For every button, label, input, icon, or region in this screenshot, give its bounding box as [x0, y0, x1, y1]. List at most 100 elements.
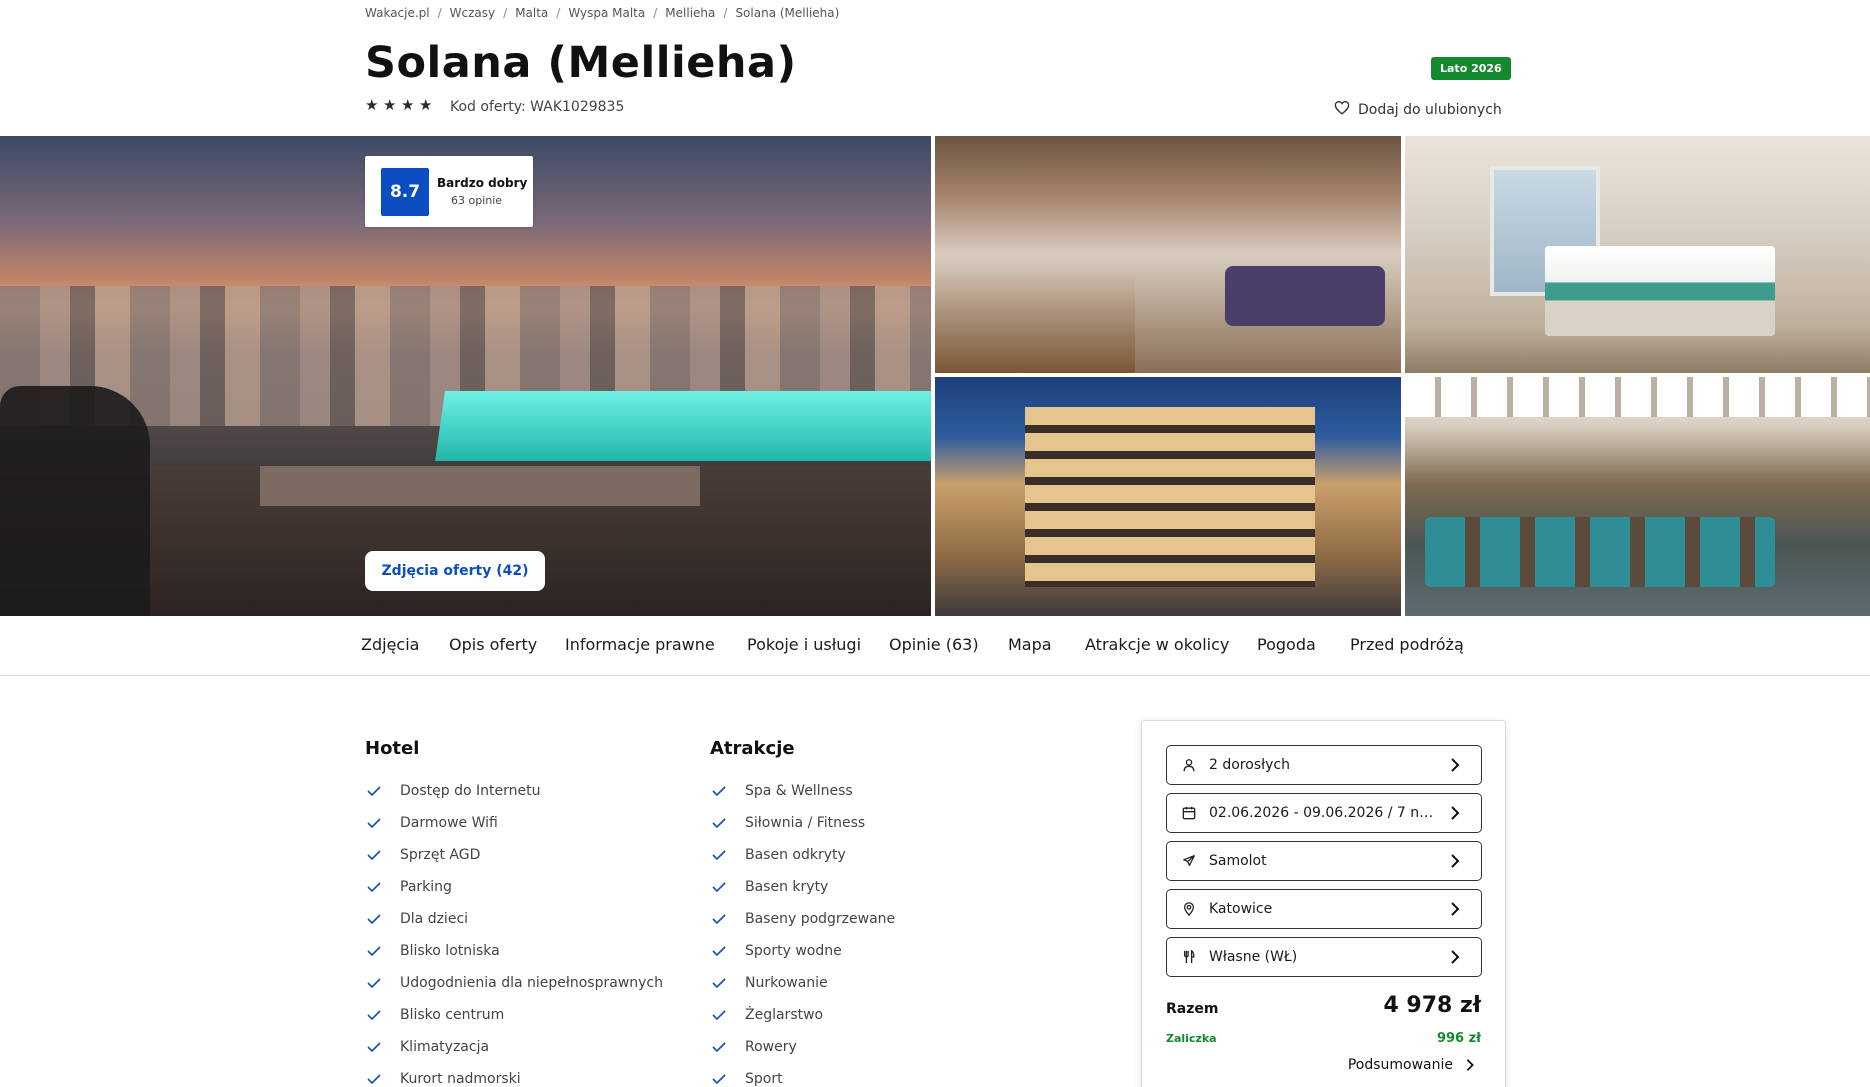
tab-offer-description[interactable]: Opis oferty — [449, 635, 537, 654]
list-item: Rowery — [710, 1031, 895, 1063]
list-item: Dostęp do Internetu — [365, 775, 663, 807]
chevron-right-icon — [1451, 758, 1460, 772]
guests-selector[interactable]: 2 dorosłych — [1166, 745, 1482, 785]
check-icon — [367, 978, 381, 989]
rating-score: 8.7 — [381, 167, 429, 216]
tab-before-travel[interactable]: Przed podróżą — [1350, 635, 1464, 654]
breadcrumb-item[interactable]: Malta — [515, 6, 548, 20]
offer-code: Kod oferty: WAK1029835 — [450, 99, 625, 115]
location-pin-icon — [1181, 901, 1197, 917]
check-icon — [367, 946, 381, 957]
breadcrumb-item[interactable]: Mellieha — [665, 6, 715, 20]
breadcrumb-item[interactable]: Wczasy — [450, 6, 495, 20]
photo-restaurant[interactable] — [1405, 377, 1870, 616]
offer-photos-button[interactable]: Zdjęcia oferty (42) — [365, 551, 545, 591]
list-item: Parking — [365, 871, 663, 903]
board-selector[interactable]: Własne (WŁ) — [1166, 937, 1482, 977]
breadcrumb-separator: / — [723, 6, 728, 20]
chevron-right-icon — [1451, 854, 1460, 868]
photo-lobby-bar[interactable] — [935, 136, 1401, 373]
deposit-price: 996 zł — [1436, 1031, 1481, 1046]
breadcrumb-item[interactable]: Wakacje.pl — [365, 6, 430, 20]
list-item: Sprzęt AGD — [365, 839, 663, 871]
check-icon — [367, 1042, 381, 1053]
breadcrumb: Wakacje.pl / Wczasy / Malta / Wyspa Malta / … — [365, 6, 839, 20]
summary-label: Podsumowanie — [1347, 1057, 1453, 1073]
breadcrumb-separator: / — [503, 6, 508, 20]
hotel-features-list: Dostęp do Internetu Darmowe Wifi Sprzęt … — [365, 775, 663, 1087]
breadcrumb-separator: / — [653, 6, 658, 20]
tab-nearby-attractions[interactable]: Atrakcje w okolicy — [1085, 635, 1229, 654]
list-item: Udogodnienia dla niepełnosprawnych — [365, 967, 663, 999]
attractions-title: Atrakcje — [710, 738, 795, 759]
add-to-favorites-button[interactable]: Dodaj do ulubionych — [1334, 100, 1502, 119]
total-price: 4 978 zł — [1383, 993, 1481, 1018]
list-item: Basen kryty — [710, 871, 895, 903]
check-icon — [712, 882, 726, 893]
check-icon — [712, 850, 726, 861]
rating-card[interactable]: 8.7 Bardzo dobry 63 opinie — [365, 156, 533, 227]
list-item: Dla dzieci — [365, 903, 663, 935]
tab-reviews[interactable]: Opinie (63) — [889, 635, 979, 654]
photo-hotel-facade[interactable] — [935, 377, 1401, 616]
tab-rooms-services[interactable]: Pokoje i usługi — [747, 635, 861, 654]
section-tabs: Zdjęcia Opis oferty Informacje prawne Po… — [0, 616, 1870, 676]
page-title: Solana (Mellieha) — [365, 38, 797, 88]
dates-value: 02.06.2026 - 09.06.2026 / 7 nocy — [1209, 805, 1444, 821]
check-icon — [367, 914, 381, 925]
check-icon — [712, 1074, 726, 1085]
star-icon: ★ — [419, 96, 433, 114]
cutlery-icon — [1181, 949, 1197, 965]
check-icon — [712, 978, 726, 989]
list-item: Siłownia / Fitness — [710, 807, 895, 839]
rating-label: Bardzo dobry — [437, 176, 528, 190]
attractions-list: Spa & Wellness Siłownia / Fitness Basen … — [710, 775, 895, 1087]
list-item: Kurort nadmorski — [365, 1063, 663, 1087]
breadcrumb-separator: / — [437, 6, 442, 20]
breadcrumb-item[interactable]: Wyspa Malta — [568, 6, 645, 20]
chevron-right-icon — [1451, 902, 1460, 916]
check-icon — [712, 1042, 726, 1053]
check-icon — [367, 850, 381, 861]
tab-weather[interactable]: Pogoda — [1257, 635, 1316, 654]
photo-gallery — [0, 136, 1870, 616]
dates-selector[interactable]: 02.06.2026 - 09.06.2026 / 7 nocy — [1166, 793, 1482, 833]
list-item: Blisko centrum — [365, 999, 663, 1031]
list-item: Klimatyzacja — [365, 1031, 663, 1063]
star-icon: ★ — [383, 96, 397, 114]
check-icon — [712, 1010, 726, 1021]
heart-icon — [1334, 100, 1350, 119]
list-item: Żeglarstwo — [710, 999, 895, 1031]
departure-value: Katowice — [1209, 901, 1273, 917]
rating-count: 63 opinie — [451, 194, 503, 207]
chevron-right-icon — [1466, 1059, 1474, 1071]
tab-photos[interactable]: Zdjęcia — [361, 635, 419, 654]
chevron-right-icon — [1451, 950, 1460, 964]
deposit-label: Zaliczka — [1166, 1032, 1217, 1045]
star-icon: ★ — [365, 96, 379, 114]
check-icon — [367, 1010, 381, 1021]
star-icon: ★ — [401, 96, 415, 114]
list-item: Darmowe Wifi — [365, 807, 663, 839]
breadcrumb-separator: / — [556, 6, 561, 20]
booking-panel: 2 dorosłych 02.06.2026 - 09.06.2026 / 7 … — [1141, 720, 1506, 1087]
transport-selector[interactable]: Samolot — [1166, 841, 1482, 881]
person-icon — [1181, 757, 1197, 773]
chevron-right-icon — [1451, 806, 1460, 820]
departure-selector[interactable]: Katowice — [1166, 889, 1482, 929]
list-item: Spa & Wellness — [710, 775, 895, 807]
plane-icon — [1181, 853, 1197, 869]
hotel-features-title: Hotel — [365, 738, 420, 759]
total-label: Razem — [1166, 1001, 1219, 1017]
check-icon — [367, 1074, 381, 1085]
tab-legal-info[interactable]: Informacje prawne — [565, 635, 715, 654]
check-icon — [367, 882, 381, 893]
check-icon — [712, 914, 726, 925]
list-item: Baseny podgrzewane — [710, 903, 895, 935]
list-item: Nurkowanie — [710, 967, 895, 999]
transport-value: Samolot — [1209, 853, 1267, 869]
summary-link[interactable]: Podsumowanie — [1348, 1057, 1477, 1073]
tab-map[interactable]: Mapa — [1008, 635, 1052, 654]
photo-bedroom[interactable] — [1405, 136, 1870, 373]
check-icon — [712, 786, 726, 797]
